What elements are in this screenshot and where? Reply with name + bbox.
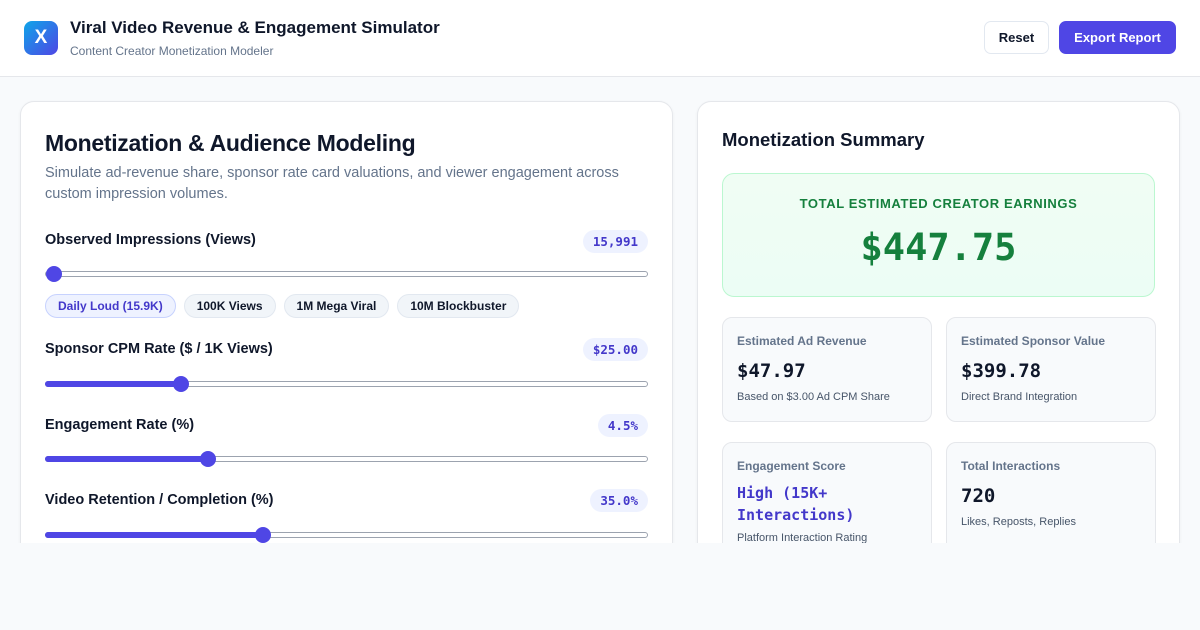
- impressions-label: Observed Impressions (Views): [45, 232, 256, 248]
- slider-thumb[interactable]: [200, 451, 217, 467]
- app-title: Viral Video Revenue & Engagement Simulat…: [70, 18, 440, 37]
- cpm-slider[interactable]: [45, 376, 648, 392]
- summary-title: Monetization Summary: [722, 129, 925, 150]
- metric-value: High (15K+ Interactions): [737, 484, 855, 524]
- metric-note: Direct Brand Integration: [961, 391, 1078, 403]
- engagement-score-card: Engagement Score High (15K+ Interactions…: [722, 442, 932, 543]
- sponsor-value-card: Estimated Sponsor Value $399.78 Direct B…: [946, 317, 1156, 422]
- impressions-value-badge: 15,991: [582, 230, 648, 253]
- preset-1m-mega-viral[interactable]: 1M Mega Viral: [283, 294, 390, 318]
- ad-revenue-card: Estimated Ad Revenue $47.97 Based on $3.…: [722, 317, 932, 422]
- slider-fill: [45, 532, 263, 538]
- app-subtitle: Content Creator Monetization Modeler: [70, 44, 274, 58]
- app-logo: X: [24, 21, 58, 55]
- cpm-value-badge: $25.00: [582, 338, 648, 361]
- slider-thumb[interactable]: [254, 527, 271, 543]
- impressions-slider[interactable]: [45, 266, 648, 282]
- total-interactions-card: Total Interactions 720 Likes, Reposts, R…: [946, 442, 1156, 543]
- modeling-panel: Monetization & Audience Modeling Simulat…: [20, 101, 673, 543]
- export-report-button[interactable]: Export Report: [1059, 21, 1176, 54]
- metric-value: $47.97: [737, 360, 806, 382]
- panel-title: Monetization & Audience Modeling: [45, 130, 416, 156]
- retention-value-badge: 35.0%: [590, 489, 648, 512]
- retention-label: Video Retention / Completion (%): [45, 492, 274, 508]
- summary-panel: Monetization Summary TOTAL ESTIMATED CRE…: [697, 101, 1180, 543]
- slider-fill: [45, 456, 209, 462]
- reset-button[interactable]: Reset: [984, 21, 1049, 54]
- metric-value: $399.78: [961, 360, 1042, 382]
- preset-10m-blockbuster[interactable]: 10M Blockbuster: [397, 294, 520, 318]
- engagement-value-badge: 4.5%: [597, 414, 648, 437]
- slider-thumb[interactable]: [45, 266, 62, 282]
- metric-note: Platform Interaction Rating: [737, 532, 868, 543]
- metric-label: Total Interactions: [961, 459, 1061, 473]
- total-earnings-box: TOTAL ESTIMATED CREATOR EARNINGS $447.75: [722, 173, 1155, 297]
- metric-note: Based on $3.00 Ad CPM Share: [737, 391, 890, 403]
- metric-label: Estimated Sponsor Value: [961, 334, 1106, 348]
- metric-label: Engagement Score: [737, 459, 846, 473]
- cpm-label: Sponsor CPM Rate ($ / 1K Views): [45, 341, 273, 357]
- preset-daily-loud[interactable]: Daily Loud (15.9K): [45, 294, 176, 318]
- panel-description: Simulate ad-revenue share, sponsor rate …: [45, 165, 619, 202]
- metric-label: Estimated Ad Revenue: [737, 334, 867, 348]
- slider-track: [45, 271, 648, 277]
- total-earnings-value: $447.75: [860, 226, 1017, 269]
- preset-100k-views[interactable]: 100K Views: [183, 294, 276, 318]
- slider-fill: [45, 381, 181, 387]
- engagement-label: Engagement Rate (%): [45, 417, 195, 433]
- content-viewport: Monetization & Audience Modeling Simulat…: [0, 77, 1200, 543]
- metric-value: 720: [961, 485, 996, 507]
- engagement-slider[interactable]: [45, 451, 648, 467]
- impression-presets: Daily Loud (15.9K) 100K Views 1M Mega Vi…: [45, 294, 520, 318]
- retention-slider[interactable]: [45, 527, 648, 543]
- slider-thumb[interactable]: [172, 376, 189, 392]
- app-header: X Viral Video Revenue & Engagement Simul…: [0, 0, 1200, 77]
- total-earnings-label: TOTAL ESTIMATED CREATOR EARNINGS: [799, 196, 1078, 211]
- metric-note: Likes, Reposts, Replies: [961, 516, 1076, 528]
